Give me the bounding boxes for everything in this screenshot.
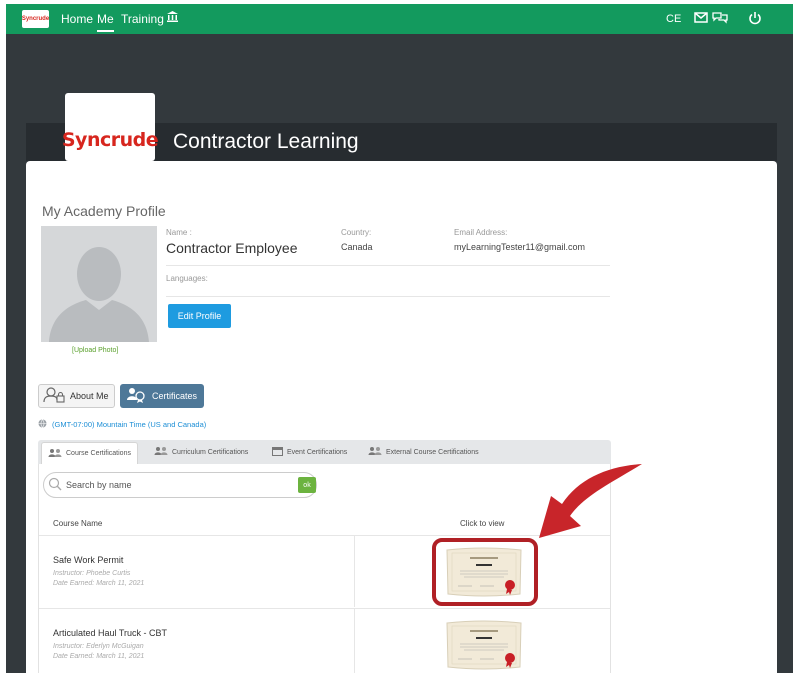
search-icon	[48, 477, 62, 496]
search-box: ok	[43, 472, 317, 498]
tab-external-course-certifications[interactable]: External Course Certifications	[368, 440, 479, 464]
tab-event-certifications[interactable]: Event Certifications	[272, 440, 347, 464]
syncrude-logo-small[interactable]: Syncrude	[22, 10, 49, 28]
table-row: Articulated Haul Truck - CBT Instructor:…	[39, 608, 610, 673]
logo-text: Syncrude	[61, 129, 159, 151]
divider	[166, 296, 610, 297]
certifications-panel: ok Course Name Click to view Safe Work P…	[38, 464, 611, 673]
certificate-icon	[154, 446, 168, 458]
certificate-thumbnail[interactable]	[444, 619, 524, 671]
table-row: Safe Work Permit Instructor: Phoebe Curt…	[39, 535, 610, 607]
column-divider	[354, 609, 355, 673]
upload-photo-link[interactable]: [Upload Photo]	[72, 347, 118, 354]
edit-profile-button[interactable]: Edit Profile	[168, 304, 231, 328]
certificate-icon	[368, 446, 382, 458]
calendar-icon	[272, 446, 283, 458]
tab-curriculum-certifications[interactable]: Curriculum Certifications	[154, 440, 248, 464]
mail-icon[interactable]	[694, 11, 708, 29]
course-instructor: Instructor: Phoebe Curtis	[53, 570, 131, 577]
email-label: Email Address:	[454, 228, 508, 237]
institution-icon[interactable]	[166, 10, 179, 28]
course-date-earned: Date Earned: March 11, 2021	[53, 580, 145, 587]
globe-icon	[38, 419, 47, 430]
column-header-course-name: Course Name	[53, 519, 103, 528]
course-date-earned: Date Earned: March 11, 2021	[53, 653, 145, 660]
name-value: Contractor Employee	[166, 240, 298, 256]
app-window: Syncrude Home Me Training CE Syncrude Co…	[6, 4, 793, 673]
certificate-icon	[48, 448, 62, 460]
tab-external-course-certifications-label: External Course Certifications	[386, 448, 479, 456]
nav-me[interactable]: Me	[97, 12, 114, 32]
divider	[166, 265, 610, 266]
profile-card: My Academy Profile [Upload Photo] Name :…	[26, 161, 777, 673]
top-nav: Syncrude Home Me Training CE	[6, 4, 793, 34]
power-icon[interactable]	[748, 11, 762, 30]
certification-tabs: Course Certifications Curriculum Certifi…	[38, 440, 611, 464]
name-label: Name :	[166, 228, 192, 237]
profile-section-title: My Academy Profile	[42, 203, 166, 219]
nav-home[interactable]: Home	[61, 12, 93, 26]
country-label: Country:	[341, 228, 372, 237]
column-header-click-to-view: Click to view	[460, 519, 505, 528]
logo-small-text: Syncrude	[21, 16, 50, 22]
tab-event-certifications-label: Event Certifications	[287, 448, 348, 456]
chat-icon[interactable]	[712, 11, 728, 30]
email-value: myLearningTester11@gmail.com	[454, 242, 586, 252]
avatar[interactable]	[41, 226, 157, 342]
nav-ce-label[interactable]: CE	[666, 13, 681, 25]
syncrude-logo: Syncrude	[61, 93, 159, 161]
tab-course-certifications-label: Course Certifications	[66, 450, 131, 457]
tab-about-me-label: About Me	[70, 391, 109, 401]
languages-label: Languages:	[166, 274, 208, 283]
tab-about-me[interactable]: About Me	[38, 384, 115, 408]
certificate-thumbnail[interactable]	[444, 546, 524, 598]
column-divider	[354, 536, 355, 607]
tab-course-certifications[interactable]: Course Certifications	[41, 442, 138, 464]
course-name: Articulated Haul Truck - CBT	[53, 628, 168, 638]
tab-curriculum-certifications-label: Curriculum Certifications	[172, 448, 249, 456]
search-ok-button[interactable]: ok	[298, 477, 316, 493]
user-lock-icon	[43, 387, 65, 405]
country-value: Canada	[341, 242, 373, 252]
certificate-people-icon	[126, 387, 146, 405]
course-instructor: Instructor: Ederlyn McGuigan	[53, 643, 144, 650]
tab-certificates[interactable]: Certificates	[120, 384, 204, 408]
nav-training[interactable]: Training	[121, 12, 164, 26]
tab-certificates-label: Certificates	[152, 391, 198, 401]
search-input[interactable]	[66, 478, 286, 492]
timezone-label: (GMT-07:00) Mountain Time (US and Canada…	[52, 420, 207, 429]
course-name: Safe Work Permit	[53, 555, 124, 565]
page-title: Contractor Learning	[173, 130, 359, 153]
timezone-link[interactable]: (GMT-07:00) Mountain Time (US and Canada…	[38, 419, 206, 430]
